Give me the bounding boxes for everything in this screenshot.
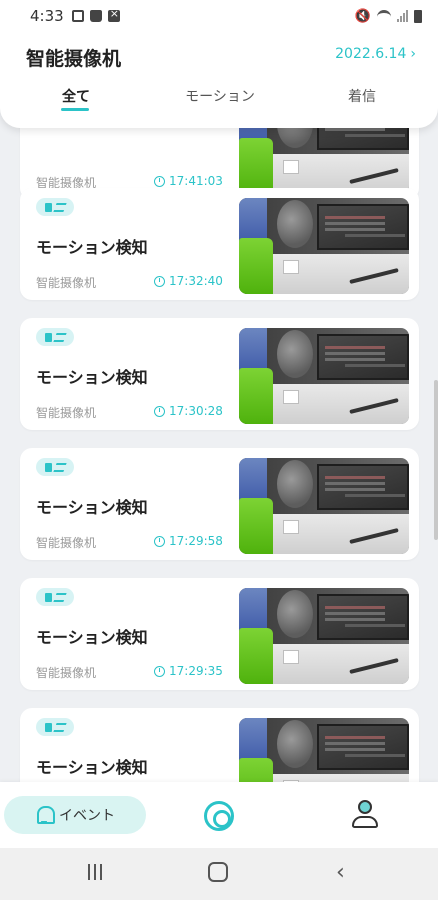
event-feed[interactable]: 智能摄像机 17:41:03 モーション検知 智能摄像机 17:32:40 モー… <box>0 0 438 900</box>
event-thumbnail[interactable] <box>239 458 409 554</box>
page-title: 智能摄像机 <box>26 48 122 70</box>
motion-icon <box>45 462 52 472</box>
status-bar: 4:33 🔇 <box>0 0 438 32</box>
clock-icon <box>154 535 165 547</box>
event-thumbnail[interactable] <box>239 198 409 294</box>
clock-icon <box>154 175 165 187</box>
motion-badge <box>36 718 74 736</box>
event-title: モーション検知 <box>36 498 148 517</box>
battery-icon <box>414 9 422 23</box>
event-time: 17:29:35 <box>154 664 223 678</box>
header: 智能摄像机 2022.6.14 › 全て モーション 着信 <box>0 32 438 128</box>
motion-icon <box>45 592 52 602</box>
filter-tabs: 全て モーション 着信 <box>0 86 438 122</box>
recent-apps-icon[interactable] <box>88 864 106 880</box>
event-card[interactable]: モーション検知 智能摄像机 17:32:40 <box>20 188 419 300</box>
event-source: 智能摄像机 <box>36 276 97 290</box>
event-title: モーション検知 <box>36 368 148 387</box>
home-icon[interactable] <box>208 862 228 882</box>
motion-badge <box>36 198 74 216</box>
event-time-text: 17:32:40 <box>169 274 223 288</box>
clock-icon <box>154 405 165 417</box>
event-time: 17:32:40 <box>154 274 223 288</box>
signal-icon <box>397 10 408 22</box>
event-time-text: 17:30:28 <box>169 404 223 418</box>
shopping-bag-icon <box>89 10 102 22</box>
motion-badge <box>36 328 74 346</box>
mute-icon: 🔇 <box>354 8 371 24</box>
event-card[interactable]: モーション検知 智能摄像机 17:29:35 <box>20 578 419 690</box>
status-time: 4:33 <box>30 7 64 25</box>
feed-scrollbar[interactable] <box>434 380 438 540</box>
event-source: 智能摄像机 <box>36 666 97 680</box>
event-time-text: 17:41:03 <box>169 174 223 188</box>
motion-badge <box>36 458 74 476</box>
event-title: モーション検知 <box>36 628 148 647</box>
system-nav-bar: ‹ <box>0 848 438 900</box>
nav-event-button[interactable]: イベント <box>4 796 146 834</box>
date-selector[interactable]: 2022.6.14 › <box>335 46 416 62</box>
date-text: 2022.6.14 <box>335 46 407 62</box>
event-time: 17:29:58 <box>154 534 223 548</box>
clock-icon <box>154 665 165 677</box>
chevron-right-icon: › <box>410 46 416 62</box>
back-icon[interactable]: ‹ <box>336 860 345 885</box>
tab-incoming[interactable]: 着信 <box>302 86 422 106</box>
event-card[interactable]: モーション検知 智能摄像机 17:29:58 <box>20 448 419 560</box>
event-source: 智能摄像机 <box>36 406 97 420</box>
event-time-text: 17:29:35 <box>169 664 223 678</box>
event-card[interactable]: モーション検知 智能摄像机 17:30:28 <box>20 318 419 430</box>
tab-motion[interactable]: モーション <box>160 86 280 106</box>
camera-icon[interactable] <box>204 801 234 831</box>
event-source: 智能摄像机 <box>36 536 97 550</box>
event-time: 17:41:03 <box>154 174 223 188</box>
user-icon[interactable] <box>350 800 380 830</box>
motion-icon <box>45 202 52 212</box>
event-thumbnail[interactable] <box>239 588 409 684</box>
event-title: モーション検知 <box>36 238 148 257</box>
clock-icon <box>154 275 165 287</box>
active-tab-indicator <box>61 108 89 111</box>
nav-event-label: イベント <box>59 808 115 824</box>
motion-icon <box>45 722 52 732</box>
event-title: モーション検知 <box>36 758 148 777</box>
event-time-text: 17:29:58 <box>169 534 223 548</box>
wifi-icon <box>377 10 391 22</box>
motion-badge <box>36 588 74 606</box>
motion-icon <box>45 332 52 342</box>
event-time: 17:30:28 <box>154 404 223 418</box>
tab-all[interactable]: 全て <box>16 86 136 106</box>
event-thumbnail[interactable] <box>239 328 409 424</box>
bottom-nav: イベント <box>0 782 438 848</box>
bell-icon <box>35 805 55 825</box>
gallery-icon <box>71 10 84 22</box>
app-notification-icon <box>107 7 120 22</box>
